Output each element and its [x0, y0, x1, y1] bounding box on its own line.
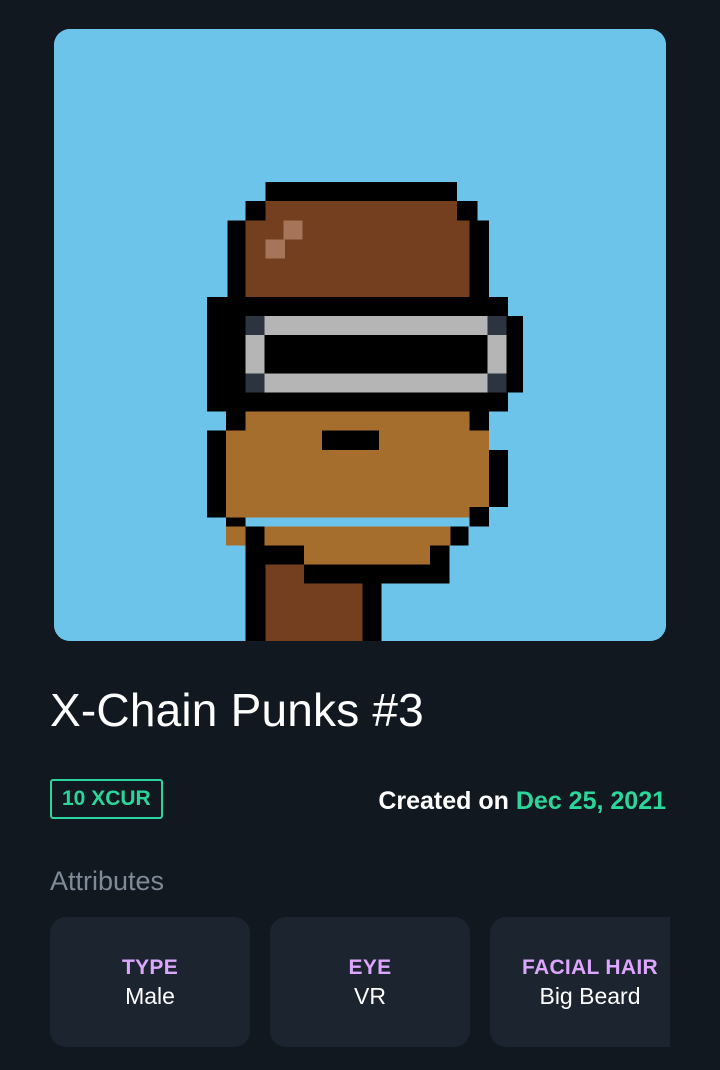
nft-title: X-Chain Punks #3 — [50, 684, 424, 736]
attribute-key: TYPE — [121, 956, 179, 979]
nft-artwork[interactable] — [54, 29, 666, 641]
attribute-value: Male — [125, 983, 175, 1009]
created-prefix: Created on — [378, 787, 516, 815]
pixel-punk-image — [54, 29, 666, 641]
attribute-card-type[interactable]: TYPE Male — [50, 917, 250, 1047]
attributes-heading: Attributes — [50, 866, 165, 896]
attribute-key: FACIAL HAIR — [522, 956, 658, 979]
nft-detail-page: X-Chain Punks #3 10 XCUR Created on Dec … — [0, 0, 720, 1070]
created-date-info: Created on Dec 25, 2021 — [378, 784, 666, 818]
price-badge[interactable]: 10 XCUR — [50, 779, 163, 819]
attributes-list[interactable]: TYPE Male EYE VR FACIAL HAIR Big Beard — [50, 917, 670, 1047]
created-date: Dec 25, 2021 — [515, 787, 666, 815]
attribute-value: VR — [354, 983, 386, 1009]
attribute-key: EYE — [348, 956, 392, 979]
attribute-value: Big Beard — [539, 983, 641, 1009]
attribute-card-eye[interactable]: EYE VR — [270, 917, 470, 1047]
attribute-card-facial-hair[interactable]: FACIAL HAIR Big Beard — [490, 917, 670, 1047]
